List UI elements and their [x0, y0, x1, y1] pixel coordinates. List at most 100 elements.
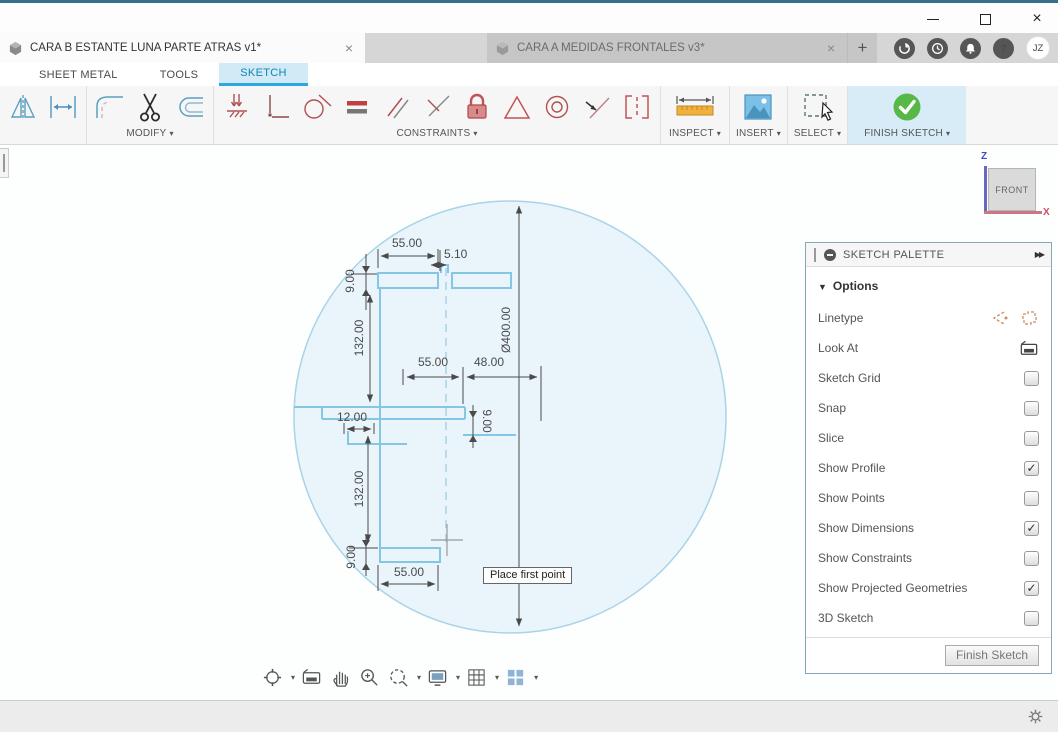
new-tab-button[interactable]: + [847, 33, 877, 63]
row-label: Show Projected Geometries [818, 581, 968, 595]
offset-icon[interactable] [173, 89, 207, 125]
collapse-triangle-icon[interactable]: ▼ [818, 282, 827, 292]
palette-title: SKETCH PALETTE [843, 248, 945, 261]
modify-group-label[interactable]: MODIFY [126, 128, 166, 139]
construction-linetype-icon[interactable] [989, 309, 1009, 327]
finish-sketch-button[interactable]: Finish Sketch [944, 645, 1039, 666]
tangent-icon[interactable] [300, 89, 334, 125]
fix-lock-icon[interactable] [460, 89, 494, 125]
chevron-down-icon[interactable]: ▾ [417, 673, 421, 682]
look-at-icon[interactable] [299, 665, 324, 690]
midpoint-icon[interactable] [580, 89, 614, 125]
notifications-icon[interactable] [960, 37, 981, 59]
sketch-dimension-icon[interactable] [46, 89, 80, 125]
dimension-mid-thickness[interactable]: 9.00 [480, 409, 494, 433]
trim-icon[interactable] [133, 89, 167, 125]
slice-checkbox[interactable] [1024, 430, 1039, 446]
mirror-icon[interactable] [6, 89, 40, 125]
options-section-label[interactable]: Options [833, 279, 878, 293]
x-axis-label: X [1043, 207, 1050, 218]
snap-checkbox[interactable] [1024, 400, 1039, 416]
dimension-mid-notch[interactable]: 12.00 [337, 410, 367, 424]
chevron-down-icon[interactable]: ▾ [534, 673, 538, 682]
tab-close-icon[interactable]: × [823, 40, 839, 56]
statusbar [0, 700, 1058, 732]
avatar[interactable]: JZ [1026, 36, 1050, 60]
minimize-button[interactable] [922, 8, 944, 30]
chevron-down-icon[interactable]: ▾ [456, 673, 460, 682]
horizontal-vertical-icon[interactable] [260, 89, 294, 125]
look-at-icon[interactable] [1019, 339, 1039, 357]
z-axis-label: Z [981, 151, 988, 162]
constraints-group-label[interactable]: CONSTRAINTS [396, 128, 470, 139]
3d-sketch-checkbox[interactable] [1024, 610, 1039, 626]
viewcube[interactable]: FRONT Z X [975, 151, 1050, 225]
dimension-upper-height[interactable]: 132.00 [352, 319, 366, 356]
ribbon-group-constraints: CONSTRAINTS ▾ [213, 86, 660, 144]
dimension-top-thickness[interactable]: 9.00 [343, 269, 357, 293]
show-constraints-checkbox[interactable] [1024, 550, 1039, 566]
help-icon[interactable]: ? [993, 37, 1014, 59]
show-projected-geometries-checkbox[interactable]: ✓ [1024, 580, 1039, 596]
dimension-bottom-thickness[interactable]: 9.00 [344, 545, 358, 569]
gear-icon[interactable] [1027, 708, 1044, 730]
document-tab-inactive[interactable]: CARA A MEDIDAS FRONTALES v3* × [487, 33, 847, 63]
parallel-icon[interactable] [380, 89, 414, 125]
concentric-icon[interactable] [540, 89, 574, 125]
tab-tools[interactable]: TOOLS [139, 63, 220, 86]
chevron-down-icon[interactable]: ▾ [291, 673, 295, 682]
sketch-grid-checkbox[interactable] [1024, 370, 1039, 386]
viewcube-front-face[interactable]: FRONT [988, 168, 1036, 211]
maximize-button[interactable] [974, 8, 996, 30]
palette-row-show-dimensions: Show Dimensions ✓ [818, 513, 1039, 543]
select-group-label[interactable]: SELECT [794, 128, 834, 139]
viewport-canvas[interactable]: 55.00 5.10 9.00 132.00 55.00 48.00 12.00… [0, 145, 1058, 700]
show-profile-checkbox[interactable]: ✓ [1024, 460, 1039, 476]
grid-settings-icon[interactable] [464, 665, 489, 690]
measure-icon[interactable] [667, 89, 723, 125]
panel-grip-icon[interactable] [814, 247, 816, 262]
expand-panel-icon[interactable]: ▶▶ [1035, 250, 1045, 259]
symmetry-icon[interactable] [620, 89, 654, 125]
chevron-down-icon[interactable]: ▾ [495, 673, 499, 682]
browser-panel-handle[interactable] [0, 148, 9, 178]
inspect-group-label[interactable]: INSPECT [669, 128, 714, 139]
dimension-top-notch[interactable]: 5.10 [444, 247, 468, 261]
display-settings-icon[interactable] [425, 665, 450, 690]
tab-sketch[interactable]: SKETCH [219, 63, 308, 86]
select-icon[interactable] [801, 89, 835, 125]
palette-row-show-profile: Show Profile ✓ [818, 453, 1039, 483]
close-button[interactable]: × [1026, 8, 1048, 30]
minimize-icon [927, 18, 939, 20]
dimension-diameter[interactable]: Ø400.00 [499, 307, 513, 353]
pan-icon[interactable] [328, 665, 353, 690]
extensions-icon[interactable] [894, 37, 915, 59]
triangle-constraint-icon[interactable] [500, 89, 534, 125]
perpendicular-icon[interactable] [420, 89, 454, 125]
insert-group-label[interactable]: INSERT [736, 128, 774, 139]
document-tab-active[interactable]: CARA B ESTANTE LUNA PARTE ATRAS v1* × [0, 33, 365, 63]
dimension-bottom-width[interactable]: 55.00 [394, 565, 424, 579]
dimension-mid-left-width[interactable]: 55.00 [418, 355, 448, 369]
tab-sheet-metal[interactable]: SHEET METAL [18, 63, 139, 86]
viewports-icon[interactable] [503, 665, 528, 690]
chevron-down-icon: ▾ [169, 129, 174, 138]
zoom-window-icon[interactable] [386, 665, 411, 690]
tab-close-icon[interactable]: × [341, 40, 357, 56]
finish-sketch-check-icon[interactable] [890, 89, 924, 125]
job-status-icon[interactable] [927, 37, 948, 59]
dimension-top-width[interactable]: 55.00 [392, 236, 422, 250]
coincident-icon[interactable] [220, 89, 254, 125]
dimension-mid-right-width[interactable]: 48.00 [474, 355, 504, 369]
orbit-icon[interactable] [260, 665, 285, 690]
show-dimensions-checkbox[interactable]: ✓ [1024, 520, 1039, 536]
dimension-lower-height[interactable]: 132.00 [352, 470, 366, 507]
projected-linetype-icon[interactable] [1019, 309, 1039, 327]
finish-sketch-button[interactable]: FINISH SKETCH [864, 128, 943, 139]
fillet-icon[interactable] [93, 89, 127, 125]
maximize-icon [979, 13, 991, 25]
zoom-icon[interactable] [357, 665, 382, 690]
show-points-checkbox[interactable] [1024, 490, 1039, 506]
equal-icon[interactable] [340, 89, 374, 125]
insert-image-icon[interactable] [741, 89, 775, 125]
